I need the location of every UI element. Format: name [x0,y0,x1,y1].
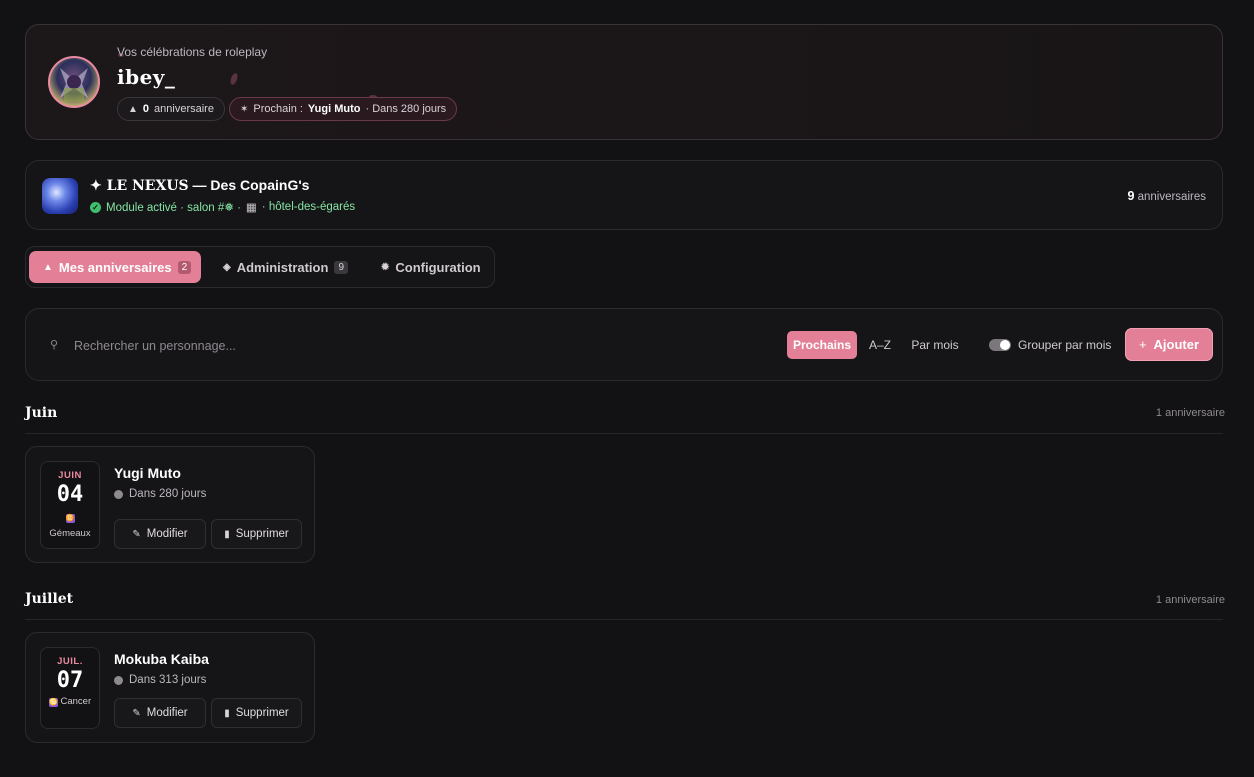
countdown-text: Dans 313 jours [129,674,207,686]
divider [25,619,1223,620]
server-count-value: 9 [1127,189,1135,203]
birthday-card: JUIL. 07 ♋ Cancer Mokuba Kaiba Dans 313 … [25,632,315,743]
avatar [48,56,100,108]
character-name: Mokuba Kaiba [114,651,209,667]
server-name-main: ✦ LE NEXUS [90,178,189,194]
month-heading: Juin [25,405,58,421]
character-name: Yugi Muto [114,465,181,481]
shield-icon: ◈ [223,261,231,273]
next-birthday-label: Prochain : [253,103,303,115]
tab-badge: 9 [334,260,348,274]
toggle-label: Grouper par mois [1018,338,1112,352]
group-by-month-toggle[interactable]: Grouper par mois [989,331,1111,359]
delete-button[interactable]: ▮ Supprimer [211,519,302,549]
zodiac-row: ♋ Cancer [41,695,99,707]
sort-az-button[interactable]: A–Z [862,331,898,359]
edit-label: Modifier [146,528,188,540]
delete-label: Supprimer [235,528,289,540]
birthday-count-value: 0 [142,103,150,115]
module-status-text: Module activé · salon #❅ · [106,202,241,214]
zodiac-name: Gémeaux [49,528,91,539]
birthday-card: JUIN 04 ♊ Gémeaux Yugi Muto Dans 280 jou… [25,446,315,563]
server-icon [42,178,78,214]
clock-icon [114,675,123,685]
sort-upcoming-button[interactable]: Prochains [787,331,857,359]
party-popper-icon: ✶ [240,103,249,115]
pencil-icon: ✎ [132,707,141,719]
channel-name: · hôtel-des-égarés [261,201,356,213]
tab-configuration[interactable]: ✹ Configuration [367,251,495,283]
tab-label: Administration [236,259,329,275]
server-count-label: anniversaires [1137,191,1206,203]
tab-label: Configuration [395,259,481,275]
date-box: JUIN 04 ♊ Gémeaux [40,461,100,549]
profile-username: ibey_ [117,65,176,89]
cake-icon: ▲ [43,261,53,273]
date-day: 04 [56,482,84,507]
hotel-icon: ▦ [245,202,257,214]
petal-decoration [229,72,239,86]
next-birthday-name: Yugi Muto [307,103,361,115]
server-birthday-count: 9 anniversaires [1127,189,1206,203]
tab-bar: ▲ Mes anniversaires 2 ◈ Administration 9… [25,246,495,288]
filter-toolbar: ⚲ Prochains A–Z Par mois Grouper par moi… [25,308,1223,381]
profile-subtitle: Vos célébrations de roleplay [117,45,268,59]
add-button[interactable]: + Ajouter [1125,328,1213,361]
date-day: 07 [56,668,84,693]
month-heading: Juillet [25,591,74,607]
module-status: ✓ Module activé · salon #❅ · ▦ · hôtel-d… [90,200,355,214]
countdown: Dans 313 jours [114,674,206,686]
search-icon: ⚲ [50,339,59,351]
month-count: 1 anniversaire [1155,407,1225,419]
date-month: JUIL. [57,656,83,667]
date-box: JUIL. 07 ♋ Cancer [40,647,100,729]
date-month: JUIN [58,470,82,481]
countdown: Dans 280 jours [114,488,206,500]
search-input[interactable] [72,331,476,361]
server-name-suffix: — Des CopainG's [192,177,310,193]
birthday-count-pill: ▲ 0 anniversaire [117,97,225,121]
check-icon: ✓ [90,201,101,213]
tab-badge: 2 [177,260,192,274]
toggle-switch[interactable] [989,339,1011,351]
gemini-icon: ♊ [65,514,75,523]
gear-icon: ✹ [381,261,390,273]
countdown-text: Dans 280 jours [129,488,207,500]
delete-button[interactable]: ▮ Supprimer [211,698,302,728]
server-info-bar: ✦ LE NEXUS — Des CopainG's ✓ Module acti… [25,160,1223,230]
add-label: Ajouter [1153,337,1200,352]
clock-icon [114,489,123,499]
sort-by-month-button[interactable]: Par mois [904,331,966,359]
edit-button[interactable]: ✎ Modifier [114,519,206,549]
zodiac-name: Cancer [60,696,92,707]
cancer-icon: ♋ [48,698,58,707]
tab-administration[interactable]: ◈ Administration 9 [209,251,362,283]
cake-icon: ▲ [128,103,138,115]
edit-label: Modifier [146,707,188,719]
divider [25,433,1223,434]
edit-button[interactable]: ✎ Modifier [114,698,206,728]
tab-my-birthdays[interactable]: ▲ Mes anniversaires 2 [29,251,201,283]
next-birthday-when: · Dans 280 jours [365,103,447,115]
next-birthday-pill: ✶ Prochain : Yugi Muto · Dans 280 jours [229,97,458,121]
profile-header: Vos célébrations de roleplay ibey_ ▲ 0 a… [25,24,1223,140]
trash-icon: ▮ [224,528,230,540]
plus-icon: + [1138,337,1147,352]
pencil-icon: ✎ [132,528,141,540]
trash-icon: ▮ [224,707,230,719]
birthday-count-label: anniversaire [154,103,214,115]
month-count: 1 anniversaire [1155,594,1225,606]
server-name: ✦ LE NEXUS — Des CopainG's [90,177,309,194]
delete-label: Supprimer [235,707,289,719]
tab-label: Mes anniversaires [58,259,172,275]
